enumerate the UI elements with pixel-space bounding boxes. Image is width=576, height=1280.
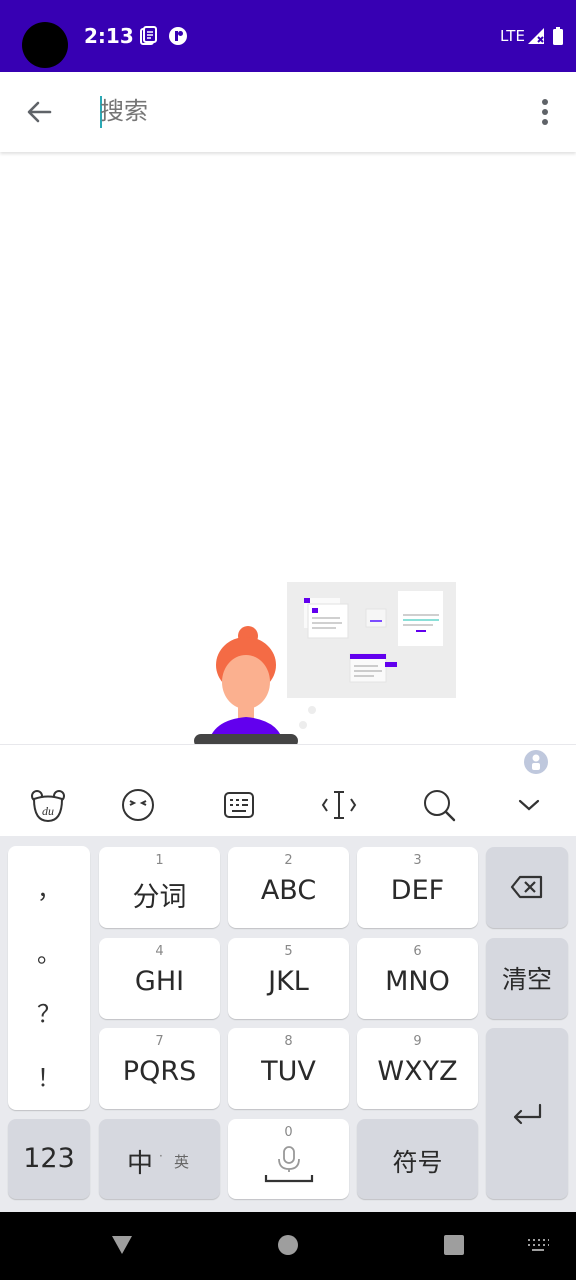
key-3[interactable]: 3 DEF <box>357 847 478 928</box>
numbers-key[interactable]: 123 <box>8 1119 90 1199</box>
emoji-icon[interactable] <box>118 785 158 825</box>
microphone-icon <box>264 1146 314 1183</box>
key-comma[interactable]: ， <box>8 870 90 905</box>
collapse-icon[interactable] <box>509 785 549 825</box>
key-4[interactable]: 4 GHI <box>99 938 220 1019</box>
keyboard-toolbar: du <box>0 744 576 836</box>
nav-home-icon[interactable] <box>277 1234 299 1256</box>
notes-icon <box>140 26 157 45</box>
punctuation-column[interactable]: ， 。 ？ ！ <box>8 846 90 1110</box>
symbols-key[interactable]: 符号 <box>357 1119 478 1199</box>
camera-cutout <box>22 22 68 68</box>
more-vert-icon[interactable] <box>530 94 560 130</box>
key-9[interactable]: 9 WXYZ <box>357 1028 478 1109</box>
backspace-key[interactable] <box>486 847 568 928</box>
cursor-icon[interactable] <box>319 785 359 825</box>
signal-icon <box>528 28 544 44</box>
search-icon[interactable] <box>419 785 459 825</box>
app-icon <box>169 27 187 45</box>
key-question[interactable]: ？ <box>8 994 90 1029</box>
search-app-bar <box>0 72 576 152</box>
key-1[interactable]: 1 分词 <box>99 847 220 928</box>
arrow-back-icon[interactable] <box>20 92 60 132</box>
key-8[interactable]: 8 TUV <box>228 1028 349 1109</box>
key-7[interactable]: 7 PQRS <box>99 1028 220 1109</box>
nav-recents-icon[interactable] <box>443 1234 465 1256</box>
privacy-icon[interactable] <box>523 749 549 775</box>
keyboard-layout-icon[interactable] <box>219 785 259 825</box>
network-type: LTE <box>500 27 525 45</box>
key-period[interactable]: 。 <box>8 934 90 969</box>
status-time: 2:13 <box>84 24 134 48</box>
backspace-icon <box>510 875 543 899</box>
battery-icon <box>553 27 563 45</box>
search-input[interactable] <box>100 92 500 132</box>
key-exclaim[interactable]: ！ <box>8 1058 90 1093</box>
enter-key[interactable] <box>486 1028 568 1199</box>
key-5[interactable]: 5 JKL <box>228 938 349 1019</box>
language-switch-key[interactable]: 中 · 英 <box>99 1119 220 1199</box>
key-2[interactable]: 2 ABC <box>228 847 349 928</box>
enter-icon <box>513 1103 542 1125</box>
clear-key[interactable]: 清空 <box>486 938 568 1019</box>
navigation-bar <box>0 1212 576 1280</box>
svg-text:du: du <box>42 804 54 818</box>
bear-logo-icon[interactable]: du <box>28 785 68 825</box>
nav-back-icon[interactable] <box>110 1234 134 1256</box>
key-6[interactable]: 6 MNO <box>357 938 478 1019</box>
empty-state-illustration <box>194 582 456 745</box>
keyboard-switch-icon[interactable] <box>526 1238 550 1254</box>
space-key[interactable]: 0 <box>228 1119 349 1199</box>
status-bar: 2:13 LTE <box>0 0 576 72</box>
